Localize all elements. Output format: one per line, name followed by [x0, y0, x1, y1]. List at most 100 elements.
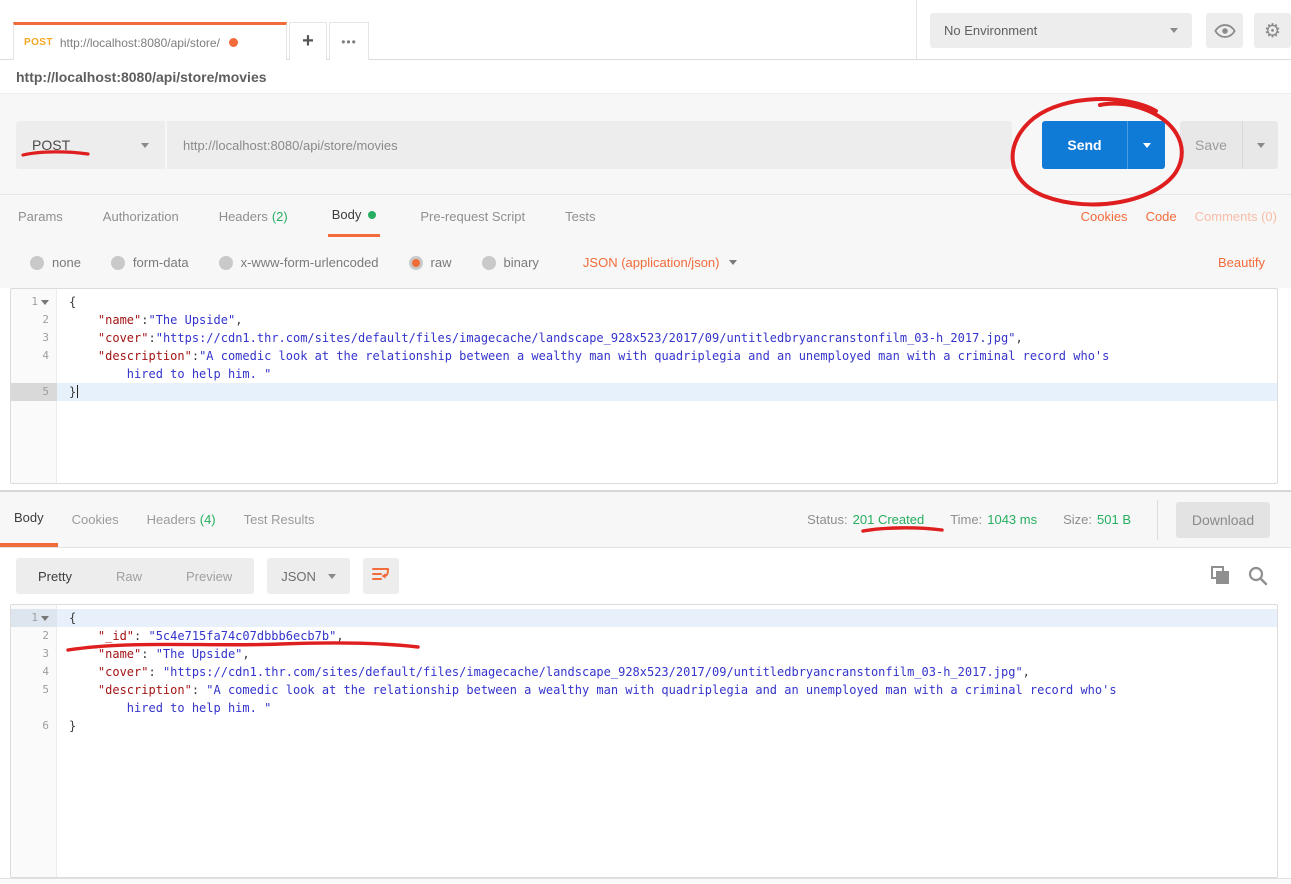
radio-raw-selected-icon[interactable]	[409, 256, 423, 270]
environment-quicklook-button[interactable]	[1206, 13, 1243, 48]
json-value: hired to help him. "	[69, 367, 271, 381]
response-tab-test-results-label: Test Results	[244, 512, 315, 527]
request-tab[interactable]: POST http://localhost:8080/api/store/	[13, 22, 287, 60]
response-format-dropdown[interactable]: JSON	[267, 558, 350, 594]
radio-urlencoded-icon[interactable]	[219, 256, 233, 270]
body-type-raw[interactable]: raw	[409, 255, 452, 270]
new-tab-button[interactable]: +	[289, 22, 327, 60]
request-title-row: http://localhost:8080/api/store/movies	[0, 60, 1291, 94]
response-tab-cookies[interactable]: Cookies	[72, 492, 119, 547]
json-value: "A comedic look at the relationship betw…	[206, 683, 1116, 697]
line-number: 3	[11, 645, 57, 663]
wrap-lines-button[interactable]	[363, 558, 399, 594]
more-tabs-button[interactable]: •••	[329, 22, 369, 60]
json-punct: :	[192, 349, 199, 363]
response-tool-icons	[1211, 565, 1291, 587]
body-type-binary[interactable]: binary	[482, 255, 539, 270]
settings-button[interactable]: ⚙	[1254, 13, 1291, 48]
gear-icon: ⚙	[1264, 20, 1281, 42]
save-button[interactable]: Save	[1180, 121, 1242, 169]
view-preview-button[interactable]: Preview	[164, 569, 254, 584]
code-line[interactable]: 5 "description": "A comedic look at the …	[11, 681, 1277, 699]
json-punct: :	[148, 665, 162, 679]
url-input[interactable]	[167, 121, 1012, 169]
response-body-viewer[interactable]: 1 { 2 "_id": "5c4e715fa74c07dbbb6ecb7b",…	[10, 604, 1278, 878]
json-punct: ,	[336, 629, 343, 643]
body-type-form-data[interactable]: form-data	[111, 255, 189, 270]
radio-binary-icon[interactable]	[482, 256, 496, 270]
tab-params[interactable]: Params	[18, 195, 63, 237]
radio-none-icon[interactable]	[30, 256, 44, 270]
code-line[interactable]: 4 "description":"A comedic look at the r…	[11, 347, 1277, 365]
search-button[interactable]	[1247, 565, 1269, 587]
line-number: 5	[11, 383, 57, 401]
copy-button[interactable]	[1211, 566, 1231, 586]
json-key: "cover"	[69, 665, 148, 679]
content-type-dropdown[interactable]: JSON (application/json)	[583, 255, 738, 270]
method-dropdown[interactable]: POST	[16, 121, 165, 169]
line-number: 2	[11, 627, 57, 645]
environment-selector[interactable]: No Environment	[930, 13, 1192, 48]
code-line[interactable]: 3 "name": "The Upside",	[11, 645, 1277, 663]
code-line-active[interactable]: 1 {	[11, 609, 1277, 627]
line-number: 6	[11, 717, 57, 735]
code-line[interactable]: 2 "name":"The Upside",	[11, 311, 1277, 329]
tab-body[interactable]: Body	[328, 195, 381, 237]
size-label: Size:	[1063, 512, 1092, 527]
json-key: "cover"	[69, 331, 148, 345]
download-button[interactable]: Download	[1176, 502, 1270, 538]
response-tab-headers[interactable]: Headers (4)	[147, 492, 216, 547]
view-raw-button[interactable]: Raw	[94, 569, 164, 584]
response-format-label: JSON	[281, 569, 316, 584]
json-punct: {	[69, 611, 76, 625]
json-punct: ,	[1015, 331, 1022, 345]
response-tab-body-label: Body	[14, 510, 44, 525]
response-toolbar: Pretty Raw Preview JSON	[0, 548, 1291, 604]
tab-tests[interactable]: Tests	[565, 195, 595, 237]
send-button[interactable]: Send	[1042, 121, 1127, 169]
code-line[interactable]: 1 {	[11, 293, 1277, 311]
json-key: "name"	[69, 647, 141, 661]
json-punct: :	[141, 647, 155, 661]
save-options-button[interactable]	[1242, 121, 1278, 169]
body-type-urlencoded[interactable]: x-www-form-urlencoded	[219, 255, 379, 270]
topbar-divider	[916, 0, 917, 59]
postman-app: POST http://localhost:8080/api/store/ + …	[0, 0, 1291, 884]
view-pretty-button[interactable]: Pretty	[16, 569, 94, 584]
body-type-none[interactable]: none	[30, 255, 81, 270]
radio-form-data-icon[interactable]	[111, 256, 125, 270]
chevron-down-icon	[1257, 143, 1265, 148]
search-icon	[1247, 565, 1269, 587]
json-punct: :	[134, 629, 148, 643]
fold-caret-icon[interactable]	[41, 616, 49, 621]
cookies-link[interactable]: Cookies	[1081, 209, 1128, 224]
status-label: Status:	[807, 512, 847, 527]
request-body-editor[interactable]: 1 { 2 "name":"The Upside", 3 "cover":"ht…	[10, 288, 1278, 484]
tab-authorization[interactable]: Authorization	[103, 195, 179, 237]
json-value: "The Upside"	[148, 313, 235, 327]
code-line[interactable]: 4 "cover": "https://cdn1.thr.com/sites/d…	[11, 663, 1277, 681]
code-line[interactable]: 6 }	[11, 717, 1277, 735]
json-punct: }	[69, 719, 76, 733]
json-punct: ,	[242, 647, 249, 661]
tab-pre-request-script[interactable]: Pre-request Script	[420, 195, 525, 237]
response-tab-body[interactable]: Body	[0, 492, 58, 547]
tab-body-label: Body	[332, 207, 362, 222]
tab-authorization-label: Authorization	[103, 209, 179, 224]
headers-count-badge: (2)	[272, 209, 288, 224]
chevron-down-icon	[729, 260, 737, 265]
code-line[interactable]: 3 "cover":"https://cdn1.thr.com/sites/de…	[11, 329, 1277, 347]
code-line-wrap[interactable]: hired to help him. "	[11, 365, 1277, 383]
fold-caret-icon[interactable]	[41, 300, 49, 305]
comments-link[interactable]: Comments (0)	[1195, 209, 1277, 224]
save-button-group: Save	[1180, 121, 1278, 169]
code-line-active[interactable]: 5 }	[11, 383, 1277, 401]
tab-headers[interactable]: Headers (2)	[219, 195, 288, 237]
beautify-link[interactable]: Beautify	[1218, 255, 1265, 270]
code-link[interactable]: Code	[1146, 209, 1177, 224]
response-tab-test-results[interactable]: Test Results	[244, 492, 315, 547]
body-type-none-label: none	[52, 255, 81, 270]
code-line[interactable]: 2 "_id": "5c4e715fa74c07dbbb6ecb7b",	[11, 627, 1277, 645]
send-options-button[interactable]	[1127, 121, 1165, 169]
code-line-wrap[interactable]: hired to help him. "	[11, 699, 1277, 717]
